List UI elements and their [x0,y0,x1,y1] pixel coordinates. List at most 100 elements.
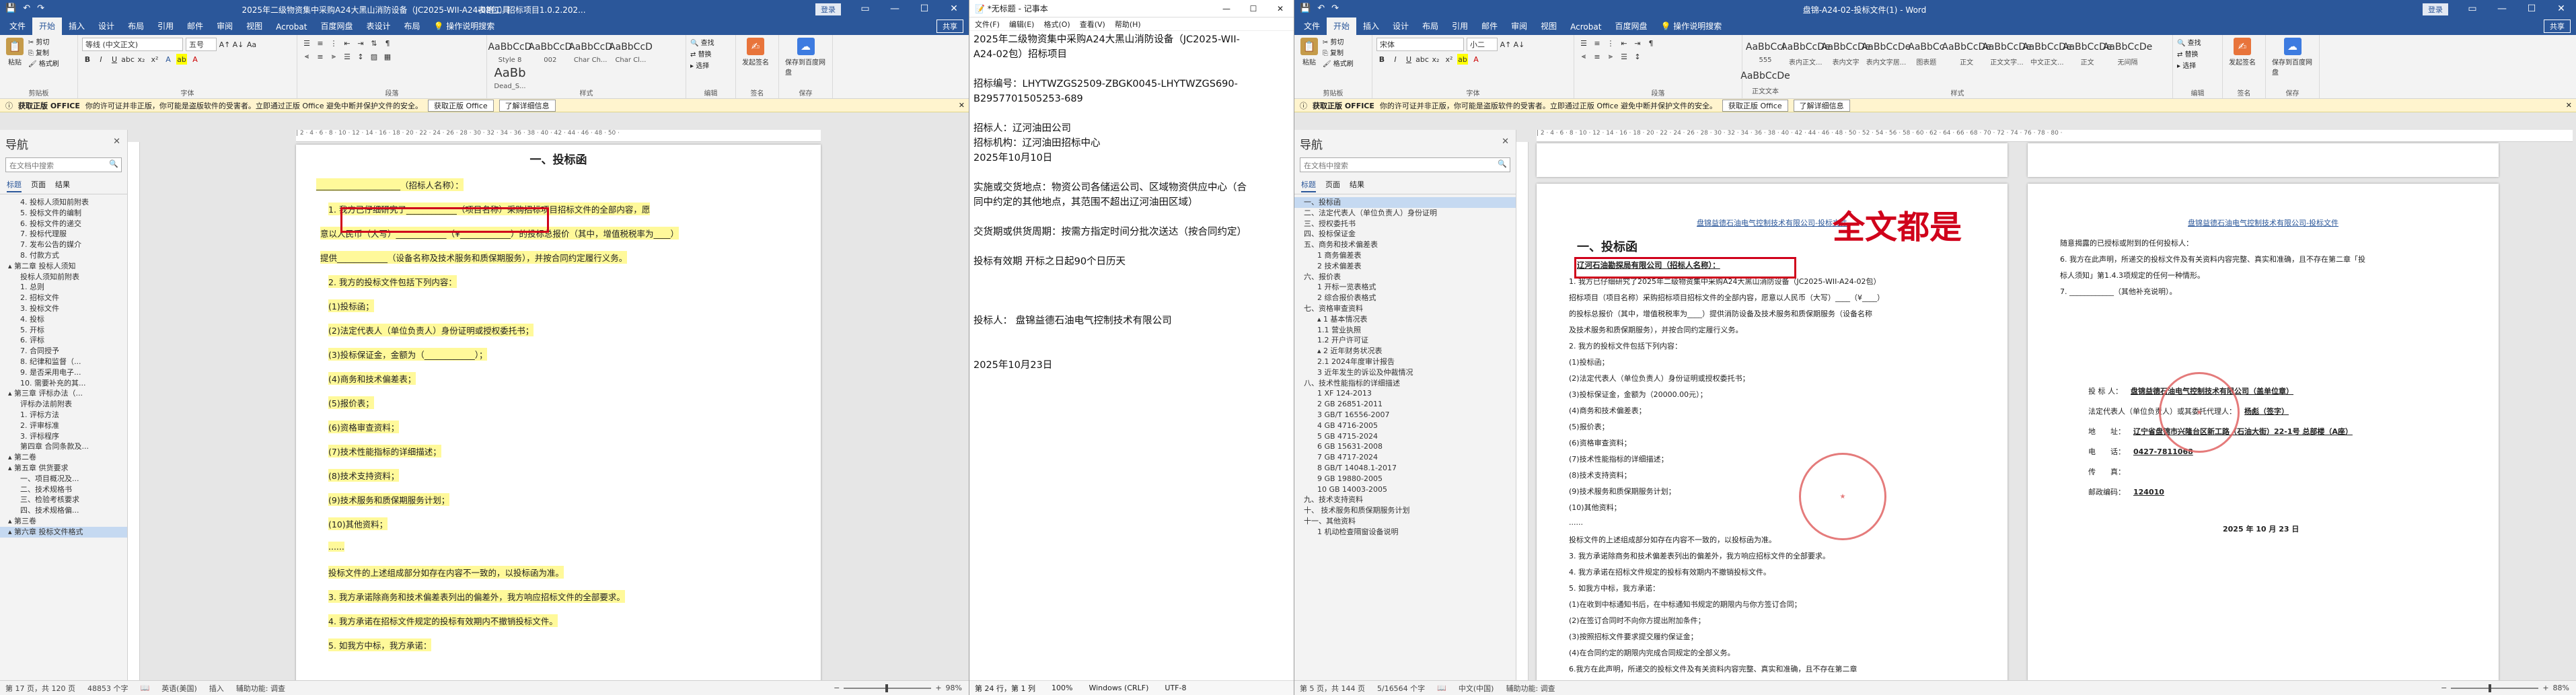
close-nav-icon[interactable]: ✕ [113,137,120,147]
learn-more-button[interactable]: 了解详细信息 [499,99,556,112]
line-spacing-icon[interactable]: ↕ [355,51,366,62]
nav-tree-item[interactable]: ▴ 第二卷 [0,452,127,463]
style-item[interactable]: AaBbCcDe 中文正文... [2022,38,2072,67]
nav-tree-item[interactable]: 9 GB 19880-2005 [1294,474,1516,484]
align-left-icon[interactable]: ⫷ [1578,51,1589,62]
font-color-icon[interactable]: A [1471,54,1481,65]
close-warning-icon[interactable]: ✕ [2566,101,2572,110]
ribbon-display-icon[interactable]: ▭ [850,0,880,17]
tab-review[interactable]: 审阅 [1504,17,1534,35]
tab-design[interactable]: 设计 [1386,17,1415,35]
select-button[interactable]: ▸ 选择 [2177,61,2218,72]
tab-mailings[interactable]: 邮件 [180,17,210,35]
format-painter-button[interactable]: 🖌 格式刷 [28,59,59,70]
nav-tree-item[interactable]: 7. 投标代理服 [0,229,127,240]
nav-tree-item[interactable]: 5. 开标 [0,325,127,336]
nav-tree-item[interactable]: ▴ 第三章 评标办法（... [0,388,127,399]
borders-icon[interactable]: ▦ [382,51,393,62]
redo-icon[interactable]: ↷ [37,3,44,13]
bold-icon[interactable]: B [82,54,93,65]
nav-tree-item[interactable]: 1 开标一览表格式 [1294,282,1516,293]
replace-button[interactable]: ⇄ 替换 [690,49,731,61]
format-painter-button[interactable]: 🖌 格式刷 [1323,59,1354,70]
font-size-select[interactable]: 五号 [186,38,217,51]
nav-tree-item[interactable]: 1. 总则 [0,282,127,293]
superscript-icon[interactable]: x² [149,54,160,65]
style-item[interactable]: AaBbCcDe 表内文字 [1821,38,1871,67]
tab-baidu[interactable]: 百度网盘 [1608,17,1654,35]
proofing-icon[interactable]: 📖 [140,684,149,692]
maximize-icon[interactable]: ☐ [2517,0,2546,17]
nav-tree-item[interactable]: 5. 投标文件的编制 [0,208,127,219]
shrink-font-icon[interactable]: A↓ [1514,39,1525,50]
tell-me-search[interactable]: 💡 操作说明搜索 [427,17,501,35]
style-item[interactable]: AaBbCcDe 表内文字居... [1862,38,1911,67]
nav-tab-results[interactable]: 结果 [55,179,70,192]
nav-tree-item[interactable]: 10 GB 14003-2005 [1294,484,1516,495]
nav-tab-pages[interactable]: 页面 [31,179,46,192]
tab-references[interactable]: 引用 [1445,17,1475,35]
bold-icon[interactable]: B [1376,54,1387,65]
sign-button[interactable]: ✍ 发起签名 [2229,38,2256,67]
subscript-icon[interactable]: x₂ [136,54,147,65]
language[interactable]: 中文(中国) [1459,683,1494,694]
nav-tree-item[interactable]: 四、投标保证金 [1294,229,1516,240]
insert-mode[interactable]: 插入 [209,683,224,694]
menu-format[interactable]: 格式(O) [1043,19,1070,30]
tab-review[interactable]: 审阅 [210,17,240,35]
zoom-out-icon[interactable]: − [834,684,840,692]
zoom-level[interactable]: 88% [2553,684,2569,692]
menu-view[interactable]: 查看(V) [1080,19,1105,30]
word-count[interactable]: 48853 个字 [87,683,128,694]
nav-tree-item[interactable]: 三、检验考核要求 [0,495,127,505]
nav-tree-item[interactable]: 7. 发布公告的媒介 [0,240,127,250]
nav-tree-item[interactable]: 6. 评标 [0,335,127,346]
nav-tree-item[interactable]: 评标办法前附表 [0,399,127,410]
paste-button[interactable]: 📋 粘贴 [6,38,24,67]
undo-icon[interactable]: ↶ [23,3,30,13]
learn-more-button[interactable]: 了解详细信息 [1793,99,1850,112]
sign-button[interactable]: ✍ 发起签名 [742,38,769,67]
nav-tree-item[interactable]: 四、技术规格偏... [0,505,127,516]
font-name-select[interactable]: 等线 (中文正文) [82,38,183,51]
close-icon[interactable]: ✕ [2546,0,2576,17]
nav-tab-results[interactable]: 结果 [1350,179,1364,192]
zoom-slider[interactable] [2451,684,2539,692]
nav-tab-headings[interactable]: 标题 [1301,179,1316,192]
nav-search-input[interactable]: 在文档中搜索 🔍 [5,157,122,172]
menu-file[interactable]: 文件(F) [975,19,1000,30]
nav-tree-item[interactable]: 2.1 2024年度审计报告 [1294,357,1516,367]
nav-tab-headings[interactable]: 标题 [7,179,22,192]
nav-tree-item[interactable]: 6. 投标文件的递交 [0,219,127,229]
copy-button[interactable]: ⎘ 复制 [1323,48,1354,59]
language[interactable]: 英语(美国) [161,683,197,694]
nav-tree-item[interactable]: 4 GB 4716-2005 [1294,420,1516,431]
change-case-icon[interactable]: Aa [246,39,257,50]
shrink-font-icon[interactable]: A↓ [233,39,244,50]
nav-tree-item[interactable]: 2. 招标文件 [0,293,127,303]
accessibility-status[interactable]: 辅助功能: 调查 [1506,683,1555,694]
zoom-in-icon[interactable]: + [2542,684,2548,692]
tab-layout[interactable]: 布局 [121,17,151,35]
tab-insert[interactable]: 插入 [1356,17,1386,35]
bullets-icon[interactable]: ☰ [1578,38,1589,48]
save-icon[interactable]: 💾 [5,3,16,13]
cut-button[interactable]: ✂ 剪切 [28,38,59,48]
nav-tree-item[interactable]: 五、商务和技术偏差表 [1294,240,1516,250]
align-right-icon[interactable]: ⫸ [1605,51,1616,62]
nav-tree-item[interactable]: 7. 合同授予 [0,346,127,357]
nav-tree-item[interactable]: 1.1 营业执照 [1294,325,1516,336]
style-item[interactable]: AaBbCcDe 正文 [1942,38,1991,67]
replace-button[interactable]: ⇄ 替换 [2177,49,2218,61]
strikethrough-icon[interactable]: abc [1415,54,1429,65]
nav-tree-item[interactable]: 10. 需要补充的其... [0,378,127,389]
font-color-icon[interactable]: A [190,54,200,65]
find-button[interactable]: 🔍 查找 [690,38,731,49]
text-effects-icon[interactable]: A [163,54,174,65]
tab-acrobat[interactable]: Acrobat [1563,20,1608,35]
nav-tree-item[interactable]: 一、项目概况及... [0,474,127,484]
nav-tree-item[interactable]: ▴ 第二章 投标人须知 [0,261,127,272]
style-item[interactable]: AaBbCcDe 无间隔 [2103,38,2153,67]
nav-tree-item[interactable]: 4. 投标 [0,314,127,325]
nav-tree-item[interactable]: 8. 付款方式 [0,250,127,261]
